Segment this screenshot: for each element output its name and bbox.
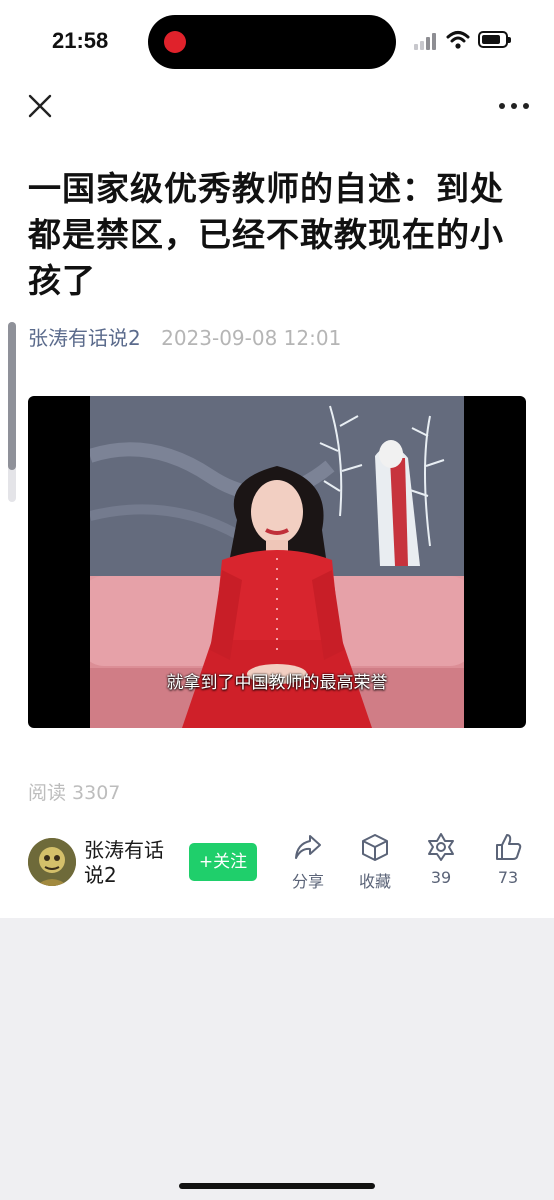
author-avatar[interactable]	[28, 838, 76, 886]
home-indicator[interactable]	[179, 1183, 375, 1189]
cube-icon	[362, 834, 388, 861]
like-count: 73	[497, 868, 519, 887]
wow-count: 39	[430, 868, 452, 887]
follow-button[interactable]: +关注	[189, 843, 257, 881]
bottom-author-name[interactable]: 张涛有话说2	[84, 838, 180, 888]
scrollbar-thumb[interactable]	[8, 322, 16, 470]
wifi-icon	[446, 31, 470, 49]
more-options-icon[interactable]	[497, 96, 531, 116]
thumbs-up-icon	[496, 834, 522, 860]
article-meta: 张涛有话说2 2023-09-08 12:01	[28, 322, 341, 351]
status-time: 21:58	[52, 28, 109, 53]
video-player[interactable]: 就拿到了中国教师的最高荣誉	[28, 396, 526, 728]
cellular-signal-icon	[414, 32, 440, 50]
article-date: 2023-09-08 12:01	[161, 326, 342, 350]
wow-button[interactable]: 39	[411, 832, 471, 887]
battery-icon	[478, 31, 511, 48]
favorite-label: 收藏	[358, 872, 391, 891]
article-author-link[interactable]: 张涛有话说2	[28, 326, 141, 350]
dynamic-island	[148, 15, 396, 69]
read-count: 阅读 3307	[28, 782, 121, 804]
scrollbar[interactable]	[8, 322, 16, 502]
article-title: 一国家级优秀教师的自述：到处都是禁区，已经不敢教现在的小孩了	[28, 169, 504, 300]
share-button[interactable]: 分享	[278, 832, 338, 892]
star-badge-icon	[428, 833, 454, 861]
recording-indicator-icon	[164, 31, 186, 53]
video-subtitle: 就拿到了中国教师的最高荣誉	[166, 673, 388, 693]
share-icon	[295, 835, 321, 859]
like-button[interactable]: 73	[478, 832, 538, 887]
share-label: 分享	[291, 872, 324, 891]
favorite-button[interactable]: 收藏	[345, 832, 405, 892]
close-icon[interactable]	[26, 92, 54, 120]
